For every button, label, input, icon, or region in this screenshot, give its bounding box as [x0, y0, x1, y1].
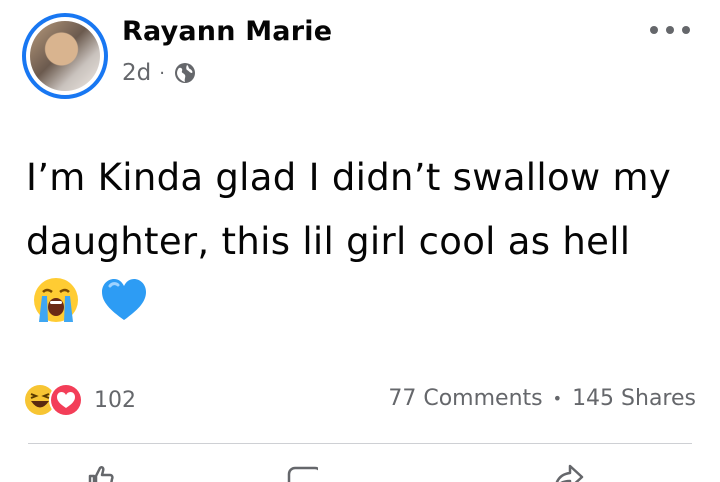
love-icon: [49, 383, 83, 417]
divider: [28, 443, 692, 444]
facebook-post: Rayann Marie 2d · I’m Kinda glad I didn’…: [0, 0, 720, 482]
more-options-icon[interactable]: [650, 20, 690, 40]
reaction-count: 102: [94, 387, 136, 413]
reaction-summary[interactable]: 102: [22, 382, 136, 418]
comments-count[interactable]: 77 Comments: [388, 386, 542, 411]
like-icon: [88, 465, 114, 482]
avatar-photo: [30, 21, 100, 91]
share-button[interactable]: [552, 462, 584, 482]
blue-heart-emoji-icon: [102, 279, 147, 320]
meta-separator: ·: [159, 62, 165, 84]
post-time[interactable]: 2d: [122, 60, 151, 86]
globe-icon[interactable]: [173, 61, 197, 85]
author-name[interactable]: Rayann Marie: [122, 16, 332, 47]
post-body: I’m Kinda glad I didn’t swallow my daugh…: [26, 146, 686, 338]
action-bar: [0, 462, 720, 482]
crying-face-emoji-icon: [34, 278, 78, 322]
stats-separator: •: [552, 389, 563, 408]
profile-avatar[interactable]: [22, 13, 108, 99]
engagement-stats: 77 Comments • 145 Shares: [388, 386, 696, 411]
comment-icon: [287, 466, 318, 482]
post-text: I’m Kinda glad I didn’t swallow my daugh…: [26, 156, 672, 263]
shares-count[interactable]: 145 Shares: [572, 386, 696, 411]
comment-button[interactable]: [286, 462, 318, 482]
like-button[interactable]: [84, 462, 116, 482]
share-icon: [555, 464, 584, 482]
post-meta: 2d ·: [122, 60, 197, 86]
